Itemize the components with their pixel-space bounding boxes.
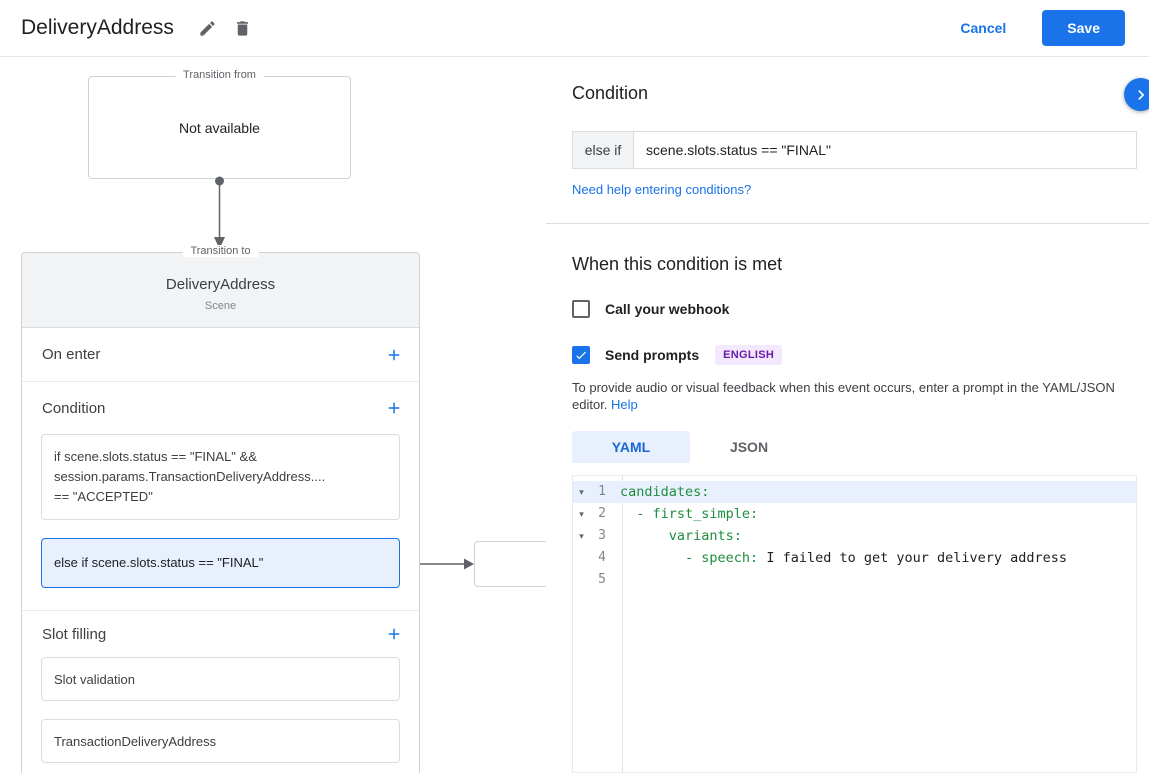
pencil-icon	[200, 20, 215, 36]
collapse-panel-button[interactable]	[1124, 78, 1149, 111]
line-number: 2	[598, 506, 606, 521]
code-token-plain: I failed to get your delivery address	[758, 550, 1068, 566]
editor-line[interactable]: 4 - speech: I failed to get your deliver…	[573, 547, 1136, 569]
plus-icon	[388, 402, 400, 414]
line-number: 4	[598, 550, 606, 565]
tab-json[interactable]: JSON	[690, 431, 808, 463]
code-token-key: - speech:	[685, 550, 759, 566]
condition-item-selected[interactable]: else if scene.slots.status == "FINAL"	[41, 538, 400, 588]
checkmark-icon	[576, 351, 586, 360]
down-arrow-connector	[214, 176, 225, 249]
on-enter-section: On enter	[22, 328, 419, 382]
yaml-code-editor[interactable]: ▾ 1 candidates: ▾ 2 - first_simple: ▾ 3 varian…	[572, 475, 1137, 773]
editor-line[interactable]: ▾ 2 - first_simple:	[573, 503, 1136, 525]
code-token-key: - first_simple:	[636, 506, 759, 522]
condition-item[interactable]: if scene.slots.status == "FINAL" && sess…	[41, 434, 400, 520]
add-on-enter-button[interactable]	[381, 342, 407, 368]
on-enter-label: On enter	[42, 346, 101, 363]
code-line: variants:	[614, 525, 1136, 547]
editor-line[interactable]: 5	[573, 569, 1136, 591]
save-button[interactable]: Save	[1042, 10, 1125, 46]
editor-line[interactable]: ▾ 3 variants:	[573, 525, 1136, 547]
condition-label: Condition	[42, 399, 106, 417]
line-number: 5	[598, 572, 606, 587]
slot-filling-section-header: Slot filling	[22, 611, 419, 657]
editor-line[interactable]: ▾ 1 candidates:	[573, 481, 1136, 503]
editor-tabs: YAML JSON	[572, 431, 1149, 463]
send-prompts-label: Send prompts	[605, 347, 700, 363]
condition-expression-row: else if	[572, 131, 1137, 169]
delete-icon[interactable]	[225, 11, 260, 46]
transition-to-label: Transition to	[182, 245, 259, 257]
chevron-right-icon	[1137, 89, 1144, 100]
page-title: DeliveryAddress	[21, 16, 174, 39]
condition-detail-panel: Condition else if Need help entering con…	[546, 57, 1149, 773]
condition-expression-input[interactable]	[633, 131, 1137, 169]
add-slot-button[interactable]	[381, 621, 407, 647]
condition-prefix: else if	[572, 131, 634, 169]
webhook-checkbox[interactable]	[572, 300, 590, 318]
prompts-description-text: To provide audio or visual feedback when…	[572, 380, 1115, 412]
code-token-key: candidates:	[620, 484, 710, 500]
transition-from-node: Transition from Not available	[88, 69, 351, 179]
condition-help-link[interactable]: Need help entering conditions?	[572, 182, 1149, 197]
panel-divider	[546, 223, 1149, 224]
slot-item[interactable]: Slot validation	[41, 657, 400, 701]
plus-icon	[388, 628, 400, 640]
slot-filling-label: Slot filling	[42, 625, 107, 643]
scene-flow-canvas: Transition from Not available Transition…	[0, 57, 546, 773]
plus-icon	[388, 349, 400, 360]
prompts-description: To provide audio or visual feedback when…	[572, 379, 1123, 413]
trash-icon	[236, 20, 248, 36]
transition-from-label: Transition from	[175, 69, 264, 81]
when-met-title: When this condition is met	[572, 254, 783, 274]
fold-arrow-icon[interactable]: ▾	[573, 525, 590, 547]
condition-section-header: Condition	[22, 382, 419, 434]
condition-section: Condition if scene.slots.status == "FINA…	[22, 382, 419, 611]
panel-header: Condition	[572, 83, 1123, 104]
edit-icon[interactable]	[190, 11, 225, 46]
help-link[interactable]: Help	[611, 397, 638, 412]
scene-name: DeliveryAddress	[165, 276, 276, 293]
webhook-row: Call your webhook	[572, 300, 1123, 318]
transition-target-node[interactable]	[474, 541, 546, 587]
slot-item[interactable]: TransactionDeliveryAddress	[41, 719, 400, 763]
tab-yaml[interactable]: YAML	[572, 431, 690, 463]
scene-card-header: DeliveryAddress Scene	[22, 253, 419, 328]
slot-filling-section: Slot filling Slot validation Transaction…	[22, 611, 419, 763]
transition-from-value: Not available	[179, 119, 260, 136]
header: DeliveryAddress Cancel Save	[0, 0, 1149, 57]
language-badge: ENGLISH	[715, 345, 783, 365]
webhook-label: Call your webhook	[605, 301, 730, 317]
content: Transition from Not available Transition…	[0, 57, 1149, 773]
code-line: - speech: I failed to get your delivery …	[614, 547, 1136, 569]
line-number: 1	[598, 484, 606, 499]
code-line: candidates:	[614, 481, 1136, 503]
fold-gutter	[573, 569, 590, 591]
panel-title: Condition	[572, 83, 649, 103]
fold-arrow-icon[interactable]: ▾	[573, 503, 590, 525]
fold-gutter	[573, 547, 590, 569]
scene-type: Scene	[204, 300, 237, 312]
code-token-key: variants:	[668, 528, 742, 544]
send-prompts-checkbox[interactable]	[572, 346, 590, 364]
code-line: - first_simple:	[614, 503, 1136, 525]
cancel-button[interactable]: Cancel	[954, 19, 1012, 37]
add-condition-button[interactable]	[381, 395, 407, 421]
line-number: 3	[598, 528, 606, 543]
fold-arrow-icon[interactable]: ▾	[573, 481, 590, 503]
send-prompts-row: Send prompts ENGLISH	[572, 345, 1123, 365]
scene-card: Transition to DeliveryAddress Scene On e…	[21, 245, 420, 773]
